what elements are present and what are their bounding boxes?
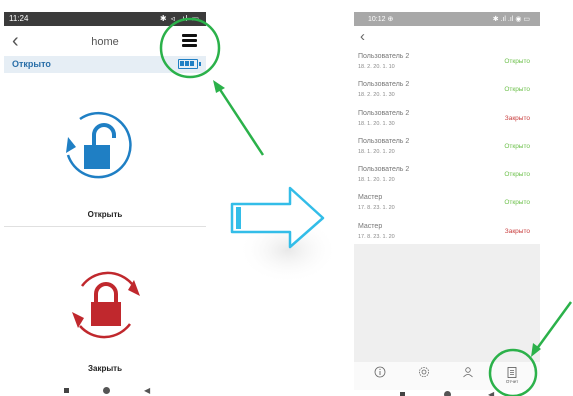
highlight-circle bbox=[159, 17, 221, 79]
pointer-arrow-icon bbox=[213, 80, 265, 156]
annotation-overlay bbox=[159, 17, 573, 396]
pointer-arrow-icon bbox=[531, 301, 573, 357]
highlight-circle bbox=[488, 348, 538, 396]
